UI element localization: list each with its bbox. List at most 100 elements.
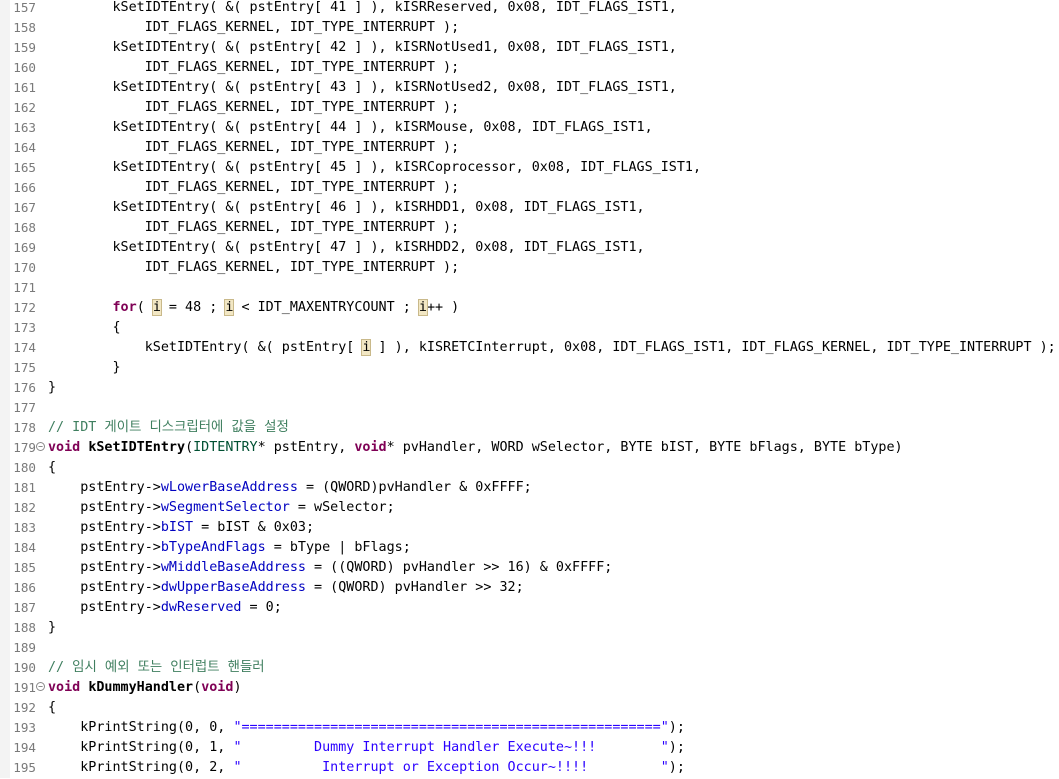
code-token: IDT_FLAGS_KERNEL, IDT_TYPE_INTERRUPT ); bbox=[48, 60, 460, 75]
line-number: 172 bbox=[13, 300, 36, 315]
code-token: IDT_FLAGS_KERNEL, IDT_TYPE_INTERRUPT ); bbox=[48, 180, 460, 195]
code-string: "=======================================… bbox=[233, 720, 669, 735]
code-text: kSetIDTEntry( &( pstEntry[ i ] ), kISRET… bbox=[48, 338, 1056, 358]
code-line[interactable]: 191− void kDummyHandler(void) bbox=[0, 678, 1059, 698]
code-line[interactable]: 187 pstEntry->dwReserved = 0; bbox=[0, 598, 1059, 618]
overview-ruler-cell bbox=[0, 698, 10, 718]
code-line[interactable]: 162 IDT_FLAGS_KERNEL, IDT_TYPE_INTERRUPT… bbox=[0, 98, 1059, 118]
code-token: kSetIDTEntry( &( pstEntry[ 43 ] ), kISRN… bbox=[48, 80, 677, 95]
fold-collapse-icon[interactable]: − bbox=[36, 442, 45, 451]
code-text: } bbox=[48, 378, 56, 398]
code-comment: // IDT 게이트 디스크립터에 값을 설정 bbox=[48, 420, 289, 435]
code-field: dwReserved bbox=[160, 600, 242, 615]
overview-ruler-cell bbox=[0, 418, 10, 438]
line-number: 195 bbox=[13, 760, 36, 775]
code-line[interactable]: 194 kPrintString(0, 1, " Dummy Interrupt… bbox=[0, 738, 1059, 758]
code-function-name: kDummyHandler bbox=[88, 680, 194, 695]
code-line[interactable]: 169 kSetIDTEntry( &( pstEntry[ 47 ] ), k… bbox=[0, 238, 1059, 258]
code-line[interactable]: 174 kSetIDTEntry( &( pstEntry[ i ] ), kI… bbox=[0, 338, 1059, 358]
code-string: " Interrupt or Exception Occur~!!!! " bbox=[233, 760, 669, 775]
code-token: < IDT_MAXENTRYCOUNT ; bbox=[233, 300, 419, 315]
code-token: = bType | bFlags; bbox=[265, 540, 411, 555]
code-line[interactable]: 166 IDT_FLAGS_KERNEL, IDT_TYPE_INTERRUPT… bbox=[0, 178, 1059, 198]
code-line[interactable]: 181 pstEntry->wLowerBaseAddress = (QWORD… bbox=[0, 478, 1059, 498]
line-number: 194 bbox=[13, 740, 36, 755]
fold-collapse-icon[interactable]: − bbox=[36, 682, 45, 691]
code-token: = (QWORD)pvHandler & 0xFFFF; bbox=[297, 480, 532, 495]
code-text: pstEntry->wMiddleBaseAddress = ((QWORD) … bbox=[48, 558, 612, 578]
code-line[interactable]: 185 pstEntry->wMiddleBaseAddress = ((QWO… bbox=[0, 558, 1059, 578]
code-field: dwUpperBaseAddress bbox=[160, 580, 306, 595]
code-line[interactable]: 183 pstEntry->bIST = bIST & 0x03; bbox=[0, 518, 1059, 538]
code-token: ); bbox=[668, 740, 685, 755]
code-line[interactable]: 188} bbox=[0, 618, 1059, 638]
line-number: 179 bbox=[13, 440, 36, 455]
code-line[interactable]: 186 pstEntry->dwUpperBaseAddress = (QWOR… bbox=[0, 578, 1059, 598]
overview-ruler-cell bbox=[0, 578, 10, 598]
overview-ruler-cell bbox=[0, 98, 10, 118]
code-text: kSetIDTEntry( &( pstEntry[ 47 ] ), kISRH… bbox=[48, 238, 644, 258]
code-text: kSetIDTEntry( &( pstEntry[ 43 ] ), kISRN… bbox=[48, 78, 677, 98]
code-line[interactable]: 179− void kSetIDTEntry(IDTENTRY* pstEntry… bbox=[0, 438, 1059, 458]
code-text: IDT_FLAGS_KERNEL, IDT_TYPE_INTERRUPT ); bbox=[48, 18, 459, 38]
code-field: bIST bbox=[160, 520, 194, 535]
code-line[interactable]: 173 { bbox=[0, 318, 1059, 338]
code-line[interactable]: 178 // IDT 게이트 디스크립터에 값을 설정 bbox=[0, 418, 1059, 438]
code-line[interactable]: 177 bbox=[0, 398, 1059, 418]
code-token: kSetIDTEntry( &( pstEntry[ 45 ] ), kISRC… bbox=[48, 160, 702, 175]
overview-ruler-cell bbox=[0, 158, 10, 178]
overview-ruler-cell bbox=[0, 398, 10, 418]
code-line[interactable]: 160 IDT_FLAGS_KERNEL, IDT_TYPE_INTERRUPT… bbox=[0, 58, 1059, 78]
code-line[interactable]: 180 { bbox=[0, 458, 1059, 478]
code-line[interactable]: 163 kSetIDTEntry( &( pstEntry[ 44 ] ), k… bbox=[0, 118, 1059, 138]
code-keyword: void bbox=[48, 680, 81, 695]
code-line[interactable]: 184 pstEntry->bTypeAndFlags = bType | bF… bbox=[0, 538, 1059, 558]
code-token: } bbox=[48, 380, 57, 395]
code-line[interactable]: 157 kSetIDTEntry( &( pstEntry[ 41 ] ), k… bbox=[0, 0, 1059, 18]
line-number: 169 bbox=[13, 240, 36, 255]
overview-ruler-cell bbox=[0, 78, 10, 98]
overview-ruler-cell bbox=[0, 758, 10, 778]
code-line[interactable]: 182 pstEntry->wSegmentSelector = wSelect… bbox=[0, 498, 1059, 518]
code-line[interactable]: 165 kSetIDTEntry( &( pstEntry[ 45 ] ), k… bbox=[0, 158, 1059, 178]
overview-ruler-cell bbox=[0, 298, 10, 318]
code-line[interactable]: 161 kSetIDTEntry( &( pstEntry[ 43 ] ), k… bbox=[0, 78, 1059, 98]
code-token: IDT_FLAGS_KERNEL, IDT_TYPE_INTERRUPT ); bbox=[48, 100, 460, 115]
code-line[interactable]: 193 kPrintString(0, 0, "================… bbox=[0, 718, 1059, 738]
code-line[interactable]: 192 { bbox=[0, 698, 1059, 718]
code-line[interactable]: 172 for( i = 48 ; i < IDT_MAXENTRYCOUNT … bbox=[0, 298, 1059, 318]
code-line[interactable]: 159 kSetIDTEntry( &( pstEntry[ 42 ] ), k… bbox=[0, 38, 1059, 58]
code-token: IDT_FLAGS_KERNEL, IDT_TYPE_INTERRUPT ); bbox=[48, 260, 460, 275]
code-line[interactable]: 167 kSetIDTEntry( &( pstEntry[ 46 ] ), k… bbox=[0, 198, 1059, 218]
overview-ruler-cell bbox=[0, 598, 10, 618]
line-number: 187 bbox=[13, 600, 36, 615]
code-token: kPrintString(0, 0, bbox=[48, 720, 234, 735]
overview-ruler-cell bbox=[0, 658, 10, 678]
code-line[interactable]: 158 IDT_FLAGS_KERNEL, IDT_TYPE_INTERRUPT… bbox=[0, 18, 1059, 38]
code-line[interactable]: 164 IDT_FLAGS_KERNEL, IDT_TYPE_INTERRUPT… bbox=[0, 138, 1059, 158]
code-text: pstEntry->dwReserved = 0; bbox=[48, 598, 282, 618]
code-token: pstEntry-> bbox=[48, 500, 161, 515]
code-token: pstEntry-> bbox=[48, 480, 161, 495]
code-line[interactable]: 170 IDT_FLAGS_KERNEL, IDT_TYPE_INTERRUPT… bbox=[0, 258, 1059, 278]
code-line[interactable]: 176} bbox=[0, 378, 1059, 398]
line-number: 176 bbox=[13, 380, 36, 395]
code-keyword: void bbox=[354, 440, 387, 455]
code-line[interactable]: 189 bbox=[0, 638, 1059, 658]
code-line[interactable]: 171 bbox=[0, 278, 1059, 298]
code-line[interactable]: 175 } bbox=[0, 358, 1059, 378]
line-number: 171 bbox=[13, 280, 36, 295]
overview-ruler-cell bbox=[0, 0, 10, 18]
code-line[interactable]: 195 kPrintString(0, 2, " Interrupt or Ex… bbox=[0, 758, 1059, 778]
line-number: 178 bbox=[13, 420, 36, 435]
code-token: kPrintString(0, 1, bbox=[48, 740, 234, 755]
code-token: ] ), kISRETCInterrupt, 0x08, IDT_FLAGS_I… bbox=[370, 340, 1056, 355]
code-line[interactable]: 168 IDT_FLAGS_KERNEL, IDT_TYPE_INTERRUPT… bbox=[0, 218, 1059, 238]
code-line[interactable]: 190 // 임시 예외 또는 인터럽트 핸들러 bbox=[0, 658, 1059, 678]
code-token: ( bbox=[136, 300, 153, 315]
code-editor[interactable]: 157 kSetIDTEntry( &( pstEntry[ 41 ] ), k… bbox=[0, 0, 1059, 779]
overview-ruler-cell bbox=[0, 358, 10, 378]
line-number: 182 bbox=[13, 500, 36, 515]
code-string: " Dummy Interrupt Handler Execute~!!! " bbox=[233, 740, 669, 755]
line-number: 159 bbox=[13, 40, 36, 55]
